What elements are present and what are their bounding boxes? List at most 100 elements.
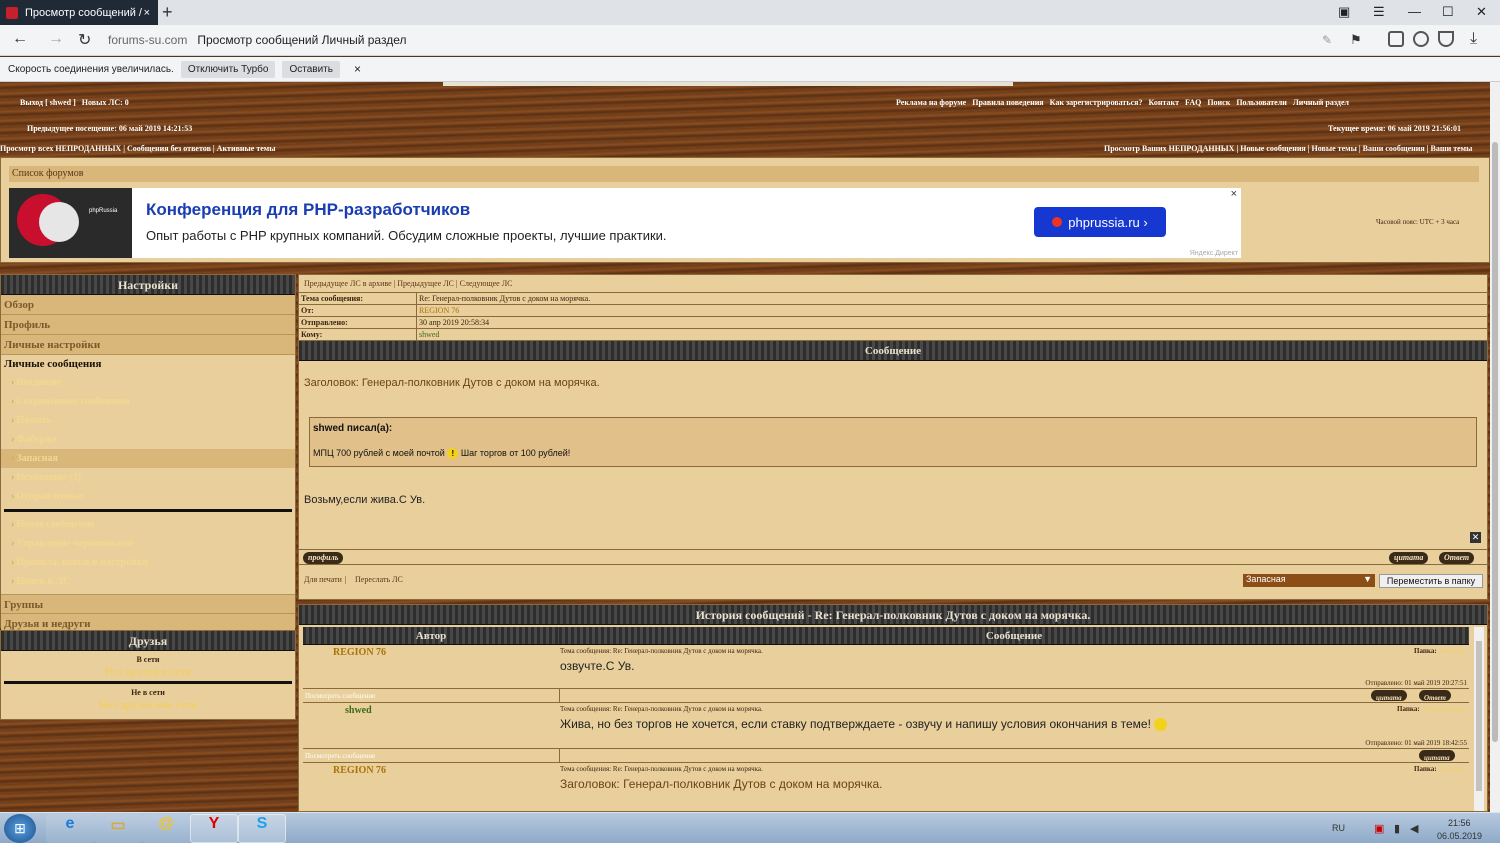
unsold-mine-link[interactable]: Просмотр Ваших НЕПРОДАННЫХ [1104,144,1234,153]
new-tab-button[interactable]: + [162,2,173,23]
sidebar-folder-outbox[interactable]: › Исходящие (3) [1,468,295,487]
sidebar-rules-folders[interactable]: › Правила, папки и настройки [1,553,295,572]
reply-button[interactable]: Ответ [1439,552,1475,564]
clock-date[interactable]: 06.05.2019 [1437,831,1482,841]
unanswered-link[interactable]: Сообщения без ответов [127,144,211,153]
sidebar-new-message[interactable]: › Новое сообщение [1,515,295,534]
screenshot-icon[interactable] [1388,31,1404,47]
active-topics-link[interactable]: Активные темы [217,144,276,153]
ad-image[interactable]: phpRussia [9,188,132,258]
sidebar-folder-memory[interactable]: › Память [1,411,295,430]
search-link[interactable]: Поиск [1207,98,1230,107]
sidebar-drafts[interactable]: › Управление черновиками [1,534,295,553]
new-posts-link[interactable]: Новые сообщения [1240,144,1306,153]
pm-navigation[interactable]: Предыдущее ЛС в архиве | Предыдущее ЛС |… [299,275,1487,293]
ad-source[interactable]: Яндекс.Директ [1190,250,1238,257]
skype-icon[interactable]: S [238,814,286,843]
view-message-link[interactable]: Посмотреть сообщение [305,752,375,760]
scrollbar-thumb[interactable] [1492,142,1498,742]
sidebar-pm-search[interactable]: › Поиск в ЛС [1,572,295,591]
unsold-all-link[interactable]: Просмотр всех НЕПРОДАННЫХ [0,144,121,153]
yandex-browser-icon[interactable]: Y [190,814,238,843]
mail-agent-icon[interactable]: @ [142,814,190,843]
sidebar-folder-faberge[interactable]: › Фаберже [1,430,295,449]
move-to-folder-button[interactable]: Переместить в папку [1379,574,1483,588]
pin-icon[interactable]: ✎ [1322,33,1332,47]
logout-link[interactable]: Выход [ shwed ] [20,98,76,107]
keep-turbo-button[interactable]: Оставить [282,60,340,78]
tab-close-icon[interactable]: × [144,7,150,19]
sidebar-item-groups[interactable]: Группы [1,594,295,614]
window-close-icon[interactable]: ✕ [1476,4,1487,20]
to-value[interactable]: shwed [417,329,439,340]
sidebar-item-overview[interactable]: Обзор [1,295,295,315]
bookmark-icon[interactable]: ⚑ [1350,32,1362,48]
history-quote-button[interactable]: цитата [1419,750,1455,762]
history-author[interactable]: REGION 76 [333,647,386,658]
history-scrollbar[interactable] [1474,627,1484,811]
quote-button[interactable]: цитата [1389,552,1429,564]
sidebar-folder-spare[interactable]: › Запасная [1,449,295,468]
ad-headline[interactable]: Конференция для PHP-разработчиков [146,200,470,220]
folder-label: Папка: [1414,647,1437,655]
ad-close-icon[interactable]: × [1231,188,1237,200]
forward-link[interactable]: Переслать ЛС [355,575,403,584]
start-button[interactable]: ⊞ [4,814,36,843]
your-posts-link[interactable]: Ваши сообщения [1363,144,1425,153]
shield-icon[interactable] [1438,31,1454,47]
contact-link[interactable]: Контакт [1148,98,1179,107]
sidebar-folder-inbox[interactable]: › Входящие [1,373,295,392]
ad-link[interactable]: Реклама на форуме [896,98,966,107]
folder-name[interactable]: Запасная [1438,765,1465,773]
back-icon[interactable]: ← [12,30,28,48]
signal-icon[interactable]: ▮ [1394,822,1400,835]
sidebar-folder-sent[interactable]: › Отправленные [1,487,295,506]
rules-link[interactable]: Правила поведения [972,98,1043,107]
from-value[interactable]: REGION 76 [417,305,459,316]
sidebar-item-profile[interactable]: Профиль [1,315,295,335]
network-icon[interactable]: ▣ [1374,822,1384,835]
forum-list-link[interactable]: Список форумов [9,166,1479,182]
url-field[interactable]: forums-su.com Просмотр сообщений Личный … [108,29,1376,51]
page-scrollbar[interactable] [1490,82,1500,812]
new-topics-link[interactable]: Новые темы [1312,144,1357,153]
print-link[interactable]: Для печати [304,575,342,584]
maximize-icon[interactable]: ☐ [1442,4,1454,20]
your-topics-link[interactable]: Ваши темы [1431,144,1473,153]
history-author[interactable]: REGION 76 [333,765,386,776]
sidebar-folder-saved[interactable]: › Сохранённые сообщения [1,392,295,411]
history-quote-button[interactable]: цитата [1371,690,1407,702]
ad-button[interactable]: phprussia.ru › [1034,207,1166,237]
browser-tab[interactable]: Просмотр сообщений / × [0,0,158,25]
new-pm-link[interactable]: Новых ЛС: 0 [82,98,129,107]
delete-message-icon[interactable]: ✕ [1470,532,1481,543]
forward-icon[interactable]: → [48,30,64,48]
folder-name[interactable]: Запасная [1438,647,1465,655]
history-author[interactable]: shwed [345,705,372,716]
folder-name[interactable]: Отправленные [1421,705,1465,713]
download-icon[interactable]: ⤓ [1470,30,1477,48]
menu-icon[interactable]: ☰ [1373,4,1385,20]
clock-time[interactable]: 21:56 [1448,818,1471,828]
sync-icon[interactable] [1413,31,1429,47]
minimize-icon[interactable]: — [1408,4,1421,19]
register-link[interactable]: Как зарегистрироваться? [1050,98,1143,107]
explorer-folder-icon[interactable]: ▭ [94,814,142,843]
bookmarks-icon[interactable]: ▣ [1338,4,1350,20]
volume-icon[interactable]: ◀ [1410,822,1418,835]
ie-icon[interactable]: e [46,814,94,843]
view-message-link[interactable]: Посмотреть сообщение [305,692,375,700]
reload-icon[interactable]: ↻ [78,30,91,50]
profile-button[interactable]: профиль [303,552,344,564]
faq-link[interactable]: FAQ [1185,98,1201,107]
history-reply-button[interactable]: Ответ [1419,690,1452,702]
users-link[interactable]: Пользователи [1236,98,1287,107]
folder-select[interactable]: Запасная ▼ [1243,574,1375,587]
ad-banner[interactable]: phpRussia Конференция для PHP-разработчи… [9,188,1241,258]
sidebar-item-personal-settings[interactable]: Личные настройки [1,335,295,355]
turbo-close-icon[interactable]: × [354,62,361,76]
personal-section-link[interactable]: Личный раздел [1293,98,1349,107]
language-indicator[interactable]: RU [1332,823,1345,833]
disable-turbo-button[interactable]: Отключить Турбо [180,60,276,78]
history-scrollbar-thumb[interactable] [1476,641,1482,791]
